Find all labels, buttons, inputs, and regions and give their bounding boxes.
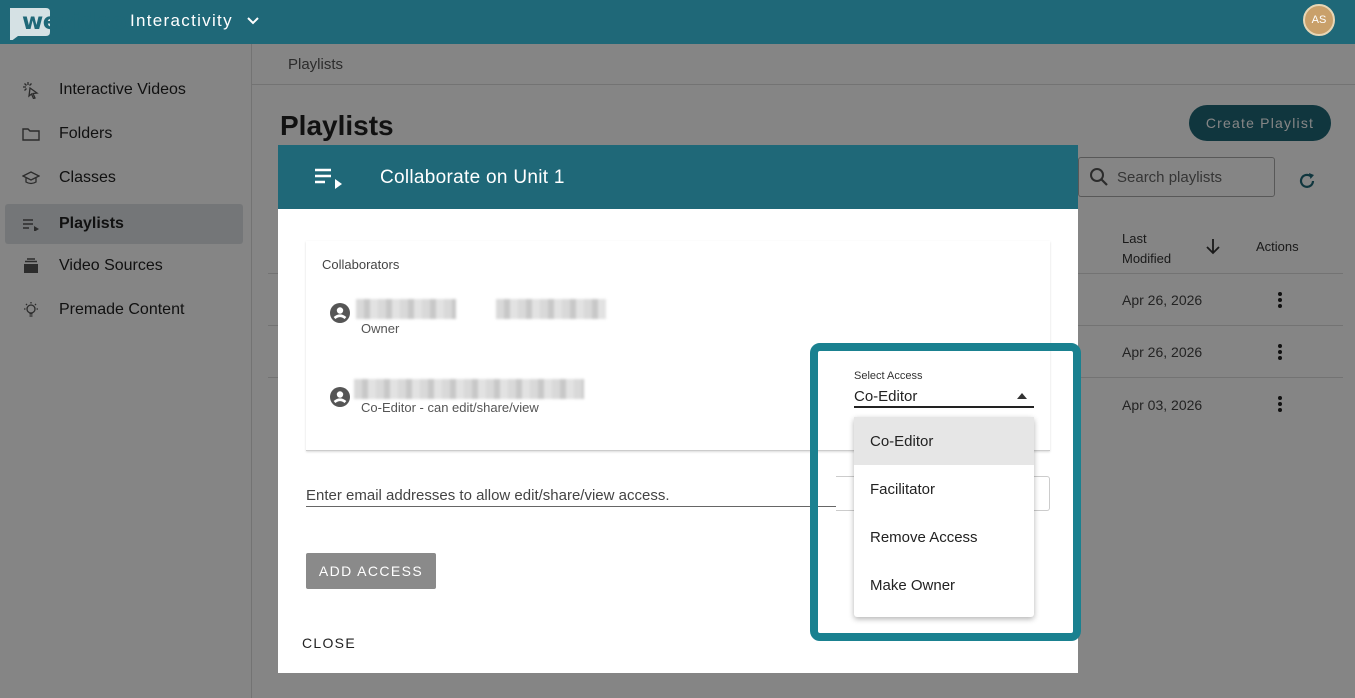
access-options-menu: Co-Editor Facilitator Remove Access Make… bbox=[854, 417, 1034, 617]
collaborator-name-redacted bbox=[356, 299, 456, 319]
collaborator-email-redacted bbox=[354, 379, 584, 399]
menu-item-make-owner[interactable]: Make Owner bbox=[854, 561, 1034, 609]
caret-up-icon[interactable] bbox=[1017, 393, 1027, 399]
menu-item-remove-access[interactable]: Remove Access bbox=[854, 513, 1034, 561]
email-input[interactable]: Enter email addresses to allow edit/shar… bbox=[306, 479, 836, 507]
account-circle-icon bbox=[330, 387, 350, 407]
account-circle-icon bbox=[330, 303, 350, 323]
user-avatar[interactable]: AS bbox=[1303, 4, 1335, 36]
wevideo-logo[interactable]: wevideo bbox=[8, 4, 127, 42]
collaborator-email-redacted bbox=[496, 299, 606, 319]
close-button[interactable]: CLOSE bbox=[302, 635, 356, 651]
select-access-dropdown[interactable]: Co-Editor bbox=[854, 388, 1034, 408]
top-bar: wevideo Interactivity AS bbox=[0, 0, 1355, 44]
logo-text: wevideo bbox=[22, 9, 127, 35]
menu-item-facilitator[interactable]: Facilitator bbox=[854, 465, 1034, 513]
product-name: Interactivity bbox=[130, 11, 233, 30]
product-switcher[interactable]: Interactivity bbox=[130, 11, 259, 31]
dialog-title: Collaborate on Unit 1 bbox=[380, 167, 565, 188]
collaborator-role: Owner bbox=[361, 321, 400, 336]
select-access-label: Select Access bbox=[854, 370, 923, 382]
dialog-header: Collaborate on Unit 1 bbox=[278, 145, 1078, 209]
playlist-icon bbox=[314, 167, 344, 194]
collaborator-role: Co-Editor - can edit/share/view bbox=[361, 400, 539, 415]
add-access-button[interactable]: ADD ACCESS bbox=[306, 553, 436, 589]
menu-item-co-editor[interactable]: Co-Editor bbox=[854, 417, 1034, 465]
collaborators-heading: Collaborators bbox=[322, 257, 400, 272]
email-input-placeholder: Enter email addresses to allow edit/shar… bbox=[306, 487, 670, 504]
chevron-down-icon bbox=[247, 14, 259, 28]
